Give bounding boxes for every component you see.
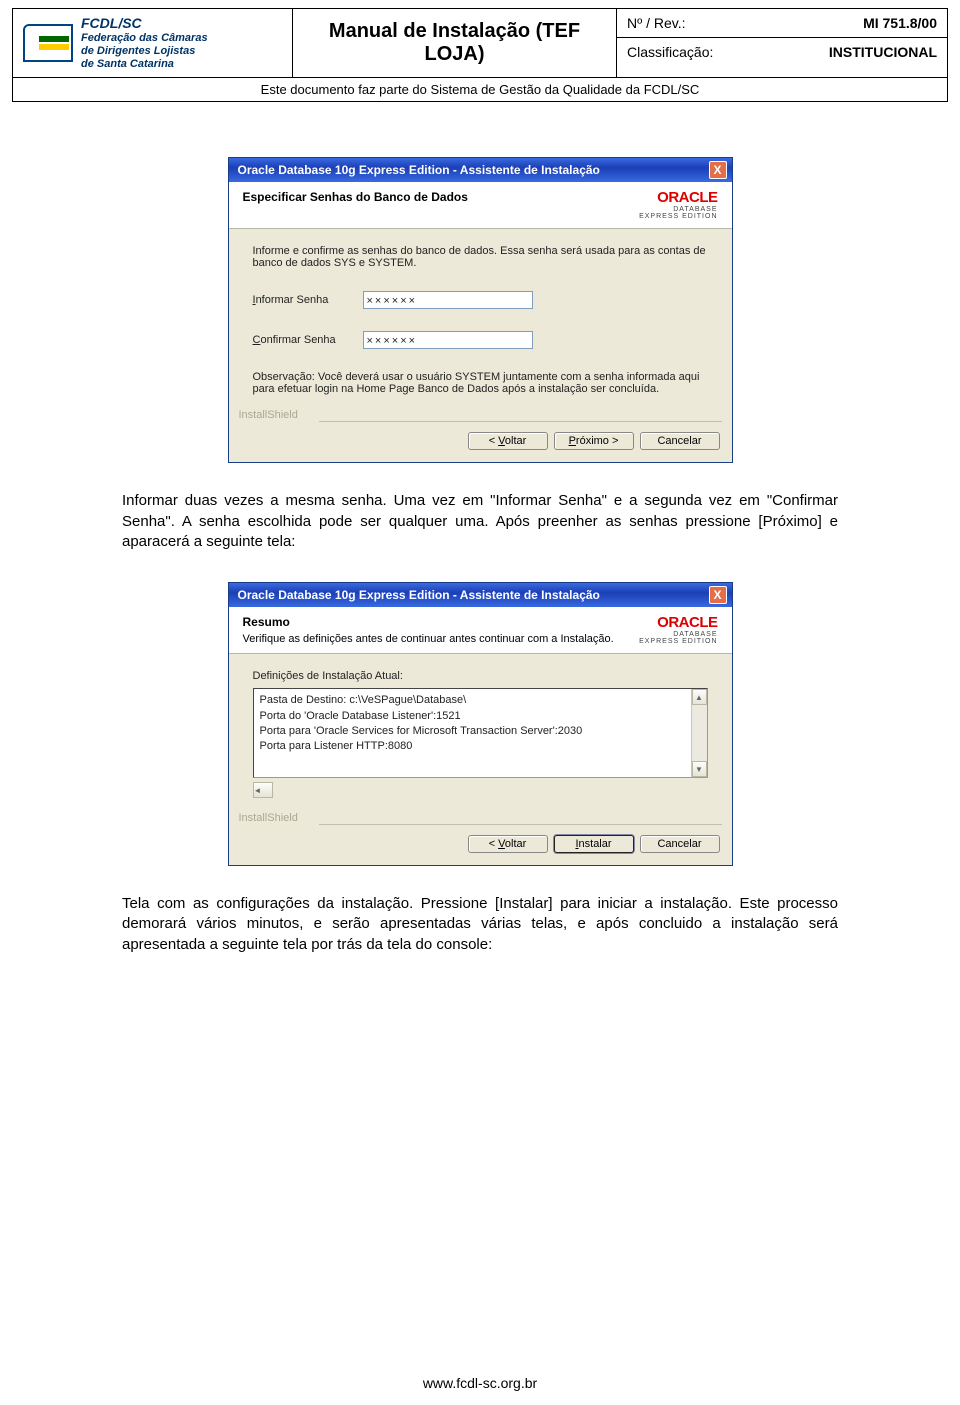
oracle-sub2: EXPRESS EDITION bbox=[639, 638, 717, 645]
def-line1: Pasta de Destino: c:\VeSPague\Database\ bbox=[260, 693, 701, 708]
dialog-body: Definições de Instalação Atual: Pasta de… bbox=[229, 654, 732, 808]
dialog-summary: Oracle Database 10g Express Edition - As… bbox=[228, 582, 733, 866]
scroll-up-icon[interactable]: ▲ bbox=[692, 689, 707, 705]
paragraph-1: Informar duas vezes a mesma senha. Uma v… bbox=[12, 491, 948, 552]
installshield-label: InstallShield bbox=[229, 405, 732, 421]
docnum-label: Nº / Rev.: bbox=[627, 15, 863, 31]
oracle-logo: ORACLE DATABASE EXPRESS EDITION bbox=[639, 190, 717, 220]
oracle-brand: ORACLE bbox=[657, 614, 717, 631]
definitions-textarea[interactable]: Pasta de Destino: c:\VeSPague\Database\ … bbox=[253, 688, 708, 778]
cancel-button[interactable]: Cancelar bbox=[640, 432, 720, 450]
def-line4: Porta para Listener HTTP:8080 bbox=[260, 739, 701, 754]
paragraph-2: Tela com as configurações da instalação.… bbox=[12, 894, 948, 955]
input-confirmar-senha[interactable]: ×××××× bbox=[363, 331, 533, 349]
installshield-label: InstallShield bbox=[229, 808, 732, 824]
page-footer: www.fcdl-sc.org.br bbox=[0, 1375, 960, 1391]
docnum-row: Nº / Rev.: MI 751.8/00 bbox=[617, 9, 947, 38]
dialog-heading: Especificar Senhas do Banco de Dados bbox=[243, 190, 630, 204]
oracle-brand: ORACLE bbox=[657, 189, 717, 206]
header-right: Nº / Rev.: MI 751.8/00 Classificação: IN… bbox=[617, 9, 947, 77]
dialog-title: Oracle Database 10g Express Edition - As… bbox=[234, 163, 709, 177]
scrollbar-vertical[interactable]: ▲ ▼ bbox=[691, 689, 707, 777]
org-line2: de Dirigentes Lojistas bbox=[81, 45, 208, 58]
row-inform-senha: Informar Senha ×××××× bbox=[253, 291, 708, 309]
oracle-sub2: EXPRESS EDITION bbox=[639, 213, 717, 220]
oracle-sub1: DATABASE bbox=[639, 206, 717, 213]
class-label: Classificação: bbox=[627, 44, 829, 60]
logo-block: FCDL/SC Federação das Câmaras de Dirigen… bbox=[23, 15, 208, 71]
def-line2: Porta do 'Oracle Database Listener':1521 bbox=[260, 709, 701, 724]
close-icon[interactable]: X bbox=[709, 161, 727, 179]
dialog-intro: Informe e confirme as senhas do banco de… bbox=[253, 245, 708, 269]
label-confirmar-senha: Confirmar Senha bbox=[253, 334, 363, 346]
back-button[interactable]: < Voltar bbox=[468, 835, 548, 853]
button-row: < Voltar Instalar Cancelar bbox=[229, 825, 732, 865]
scroll-down-icon[interactable]: ▼ bbox=[692, 761, 707, 777]
dialog-note: Observação: Você deverá usar o usuário S… bbox=[253, 371, 708, 395]
dialog-password: Oracle Database 10g Express Edition - As… bbox=[228, 157, 733, 463]
dialog-heading-text: Especificar Senhas do Banco de Dados bbox=[243, 190, 630, 206]
label-informar-senha: Informar Senha bbox=[253, 294, 363, 306]
next-button[interactable]: Próximo > bbox=[554, 432, 634, 450]
class-value: INSTITUCIONAL bbox=[829, 44, 937, 60]
logo-icon bbox=[23, 24, 73, 62]
org-name: FCDL/SC Federação das Câmaras de Dirigen… bbox=[81, 15, 208, 71]
doc-title: Manual de Instalação (TEF LOJA) bbox=[293, 9, 617, 77]
install-button[interactable]: Instalar bbox=[554, 835, 634, 853]
dialog-titlebar[interactable]: Oracle Database 10g Express Edition - As… bbox=[229, 583, 732, 607]
button-row: < Voltar Próximo > Cancelar bbox=[229, 422, 732, 462]
close-icon[interactable]: X bbox=[709, 586, 727, 604]
page: FCDL/SC Federação das Câmaras de Dirigen… bbox=[0, 0, 960, 1405]
oracle-sub1: DATABASE bbox=[639, 631, 717, 638]
dialog-heading-row: Resumo Verifique as definições antes de … bbox=[229, 607, 732, 654]
oracle-logo: ORACLE DATABASE EXPRESS EDITION bbox=[639, 615, 717, 645]
dialog-heading-row: Especificar Senhas do Banco de Dados ORA… bbox=[229, 182, 732, 229]
class-row: Classificação: INSTITUCIONAL bbox=[617, 38, 947, 66]
scroll-left-icon[interactable]: ◄ bbox=[253, 782, 273, 798]
dialog-title: Oracle Database 10g Express Edition - As… bbox=[234, 588, 709, 602]
row-confirmar-senha: Confirmar Senha ×××××× bbox=[253, 331, 708, 349]
dialog-body: Informe e confirme as senhas do banco de… bbox=[229, 229, 732, 405]
doc-header: FCDL/SC Federação das Câmaras de Dirigen… bbox=[12, 8, 948, 78]
def-line3: Porta para 'Oracle Services for Microsof… bbox=[260, 724, 701, 739]
docnum-value: MI 751.8/00 bbox=[863, 15, 937, 31]
cancel-button[interactable]: Cancelar bbox=[640, 835, 720, 853]
dialog-heading: Resumo bbox=[243, 615, 630, 629]
dialog-heading-text: Resumo Verifique as definições antes de … bbox=[243, 615, 630, 645]
header-logo-cell: FCDL/SC Federação das Câmaras de Dirigen… bbox=[13, 9, 293, 77]
org-acronym: FCDL/SC bbox=[81, 15, 208, 32]
doc-subtitle: Este documento faz parte do Sistema de G… bbox=[12, 78, 948, 102]
input-informar-senha[interactable]: ×××××× bbox=[363, 291, 533, 309]
dialog-subheading: Verifique as definições antes de continu… bbox=[243, 633, 614, 645]
org-line1: Federação das Câmaras bbox=[81, 32, 208, 45]
back-button[interactable]: < Voltar bbox=[468, 432, 548, 450]
definitions-label: Definições de Instalação Atual: bbox=[253, 670, 708, 682]
org-line3: de Santa Catarina bbox=[81, 58, 208, 71]
dialog-titlebar[interactable]: Oracle Database 10g Express Edition - As… bbox=[229, 158, 732, 182]
